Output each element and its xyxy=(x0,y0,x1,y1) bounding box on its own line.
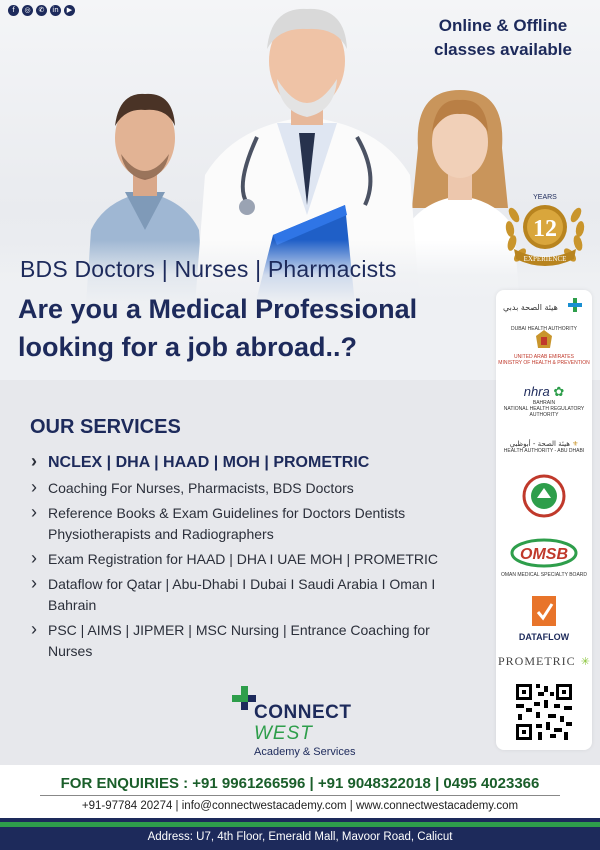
uae-line-2: MINISTRY OF HEALTH & PREVENTION xyxy=(498,360,590,366)
online-offline-note: Online & Offline classes available xyxy=(418,14,588,62)
instagram-icon[interactable]: ◎ xyxy=(22,5,33,16)
brand-connect: CONNECT xyxy=(254,702,352,723)
nhra-logo: nhra ✿ BAHRAIN NATIONAL HEALTH REGULATOR… xyxy=(496,384,592,418)
haad-logo: هيئة الصحة - أبوظبي ⚜ HEALTH AUTHORITY -… xyxy=(496,440,592,454)
dataflow-logo: DATAFLOW xyxy=(496,594,592,642)
accreditation-logos-panel: هيئة الصحة بدبي DUBAI HEALTH AUTHORITY U… xyxy=(496,290,592,750)
services-title: OUR SERVICES xyxy=(30,416,181,438)
prometric-logo: PROMETRIC ✳ xyxy=(496,650,592,669)
linkedin-icon[interactable]: in xyxy=(50,5,61,16)
brand-west: WEST xyxy=(254,723,313,744)
qr-code[interactable] xyxy=(496,682,592,746)
contact-details: +91-97784 20274 | info@connectwestacadem… xyxy=(81,800,519,812)
whatsapp-icon[interactable]: ✆ xyxy=(36,5,47,16)
service-item: Dataflow for Qatar | Abu-Dhabi I Dubai I… xyxy=(30,573,475,616)
service-item: Exam Registration for HAAD | DHA I UAE M… xyxy=(30,548,475,570)
omsb-logo: OMSB OMAN MEDICAL SPECIALTY BOARD xyxy=(496,538,592,578)
brand-academy: Academy & Services xyxy=(254,746,356,758)
professions-tagline: BDS Doctors | Nurses | Pharmacists xyxy=(20,256,397,282)
nhra-flower-icon: ✿ xyxy=(553,384,565,399)
dataflow-mark-icon xyxy=(532,596,556,626)
headline-line-2: looking for a job abroad..? xyxy=(18,332,358,362)
dha-mark-icon: هيئة الصحة بدبي xyxy=(503,298,582,312)
uae-moh-logo: UNITED ARAB EMIRATES MINISTRY OF HEALTH … xyxy=(496,328,592,366)
enquiry-divider xyxy=(40,795,560,796)
qr-code-icon xyxy=(514,682,574,742)
service-item: NCLEX | DHA | HAAD | MOH | PROMETRIC xyxy=(30,451,475,473)
social-icons: f ◎ ✆ in ▶ xyxy=(8,5,75,16)
omsb-english: OMAN MEDICAL SPECIALTY BOARD xyxy=(500,572,588,578)
headline-line-1: Are you a Medical Professional xyxy=(18,294,418,324)
badge-years-label: YEARS xyxy=(533,194,557,201)
online-line-1: Online & Offline xyxy=(438,16,568,35)
saudi-commission-logo xyxy=(496,474,592,522)
prometric-star-icon: ✳ xyxy=(580,655,590,668)
address-text: Address: U7, 4th Floor, Emerald Mall, Ma… xyxy=(147,831,453,843)
haad-arabic: هيئة الصحة - أبوظبي xyxy=(509,440,570,448)
omsb-name: OMSB xyxy=(520,546,568,563)
online-line-2: classes available xyxy=(433,40,572,59)
services-list: NCLEX | DHA | HAAD | MOH | PROMETRIC Coa… xyxy=(30,451,475,666)
experience-badge: YEARS 12 EXPERIENCE xyxy=(505,194,585,266)
service-item: Coaching For Nurses, Pharmacists, BDS Do… xyxy=(30,477,475,499)
service-item: PSC | AIMS | JIPMER | MSC Nursing | Entr… xyxy=(30,619,475,662)
prometric-label: PROMETRIC xyxy=(498,654,576,668)
connect-west-brand: CONNECT WEST Academy & Services xyxy=(232,686,392,766)
facebook-icon[interactable]: f xyxy=(8,5,19,16)
haad-english: HEALTH AUTHORITY - ABU DHABI xyxy=(503,448,585,454)
service-item: Reference Books & Exam Guidelines for Do… xyxy=(30,502,475,545)
badge-number: 12 xyxy=(533,216,557,242)
haad-emblem-icon: ⚜ xyxy=(572,440,579,448)
main-headline: Are you a Medical Professional looking f… xyxy=(18,290,488,366)
nhra-english: NATIONAL HEALTH REGULATORY AUTHORITY xyxy=(503,406,585,418)
uae-emblem-icon xyxy=(536,330,552,348)
saudi-seal-icon xyxy=(522,474,566,518)
omsb-mark-icon: OMSB xyxy=(510,538,578,568)
badge-ribbon: EXPERIENCE xyxy=(524,255,567,263)
dha-logo: هيئة الصحة بدبي DUBAI HEALTH AUTHORITY xyxy=(496,294,592,332)
youtube-icon[interactable]: ▶ xyxy=(64,5,75,16)
dataflow-label: DATAFLOW xyxy=(518,632,570,642)
dha-arabic: هيئة الصحة بدبي xyxy=(503,303,558,312)
nhra-name: nhra xyxy=(523,384,550,399)
enquiry-phones: FOR ENQUIRIES : +91 9961266596 | +91 904… xyxy=(60,775,540,792)
